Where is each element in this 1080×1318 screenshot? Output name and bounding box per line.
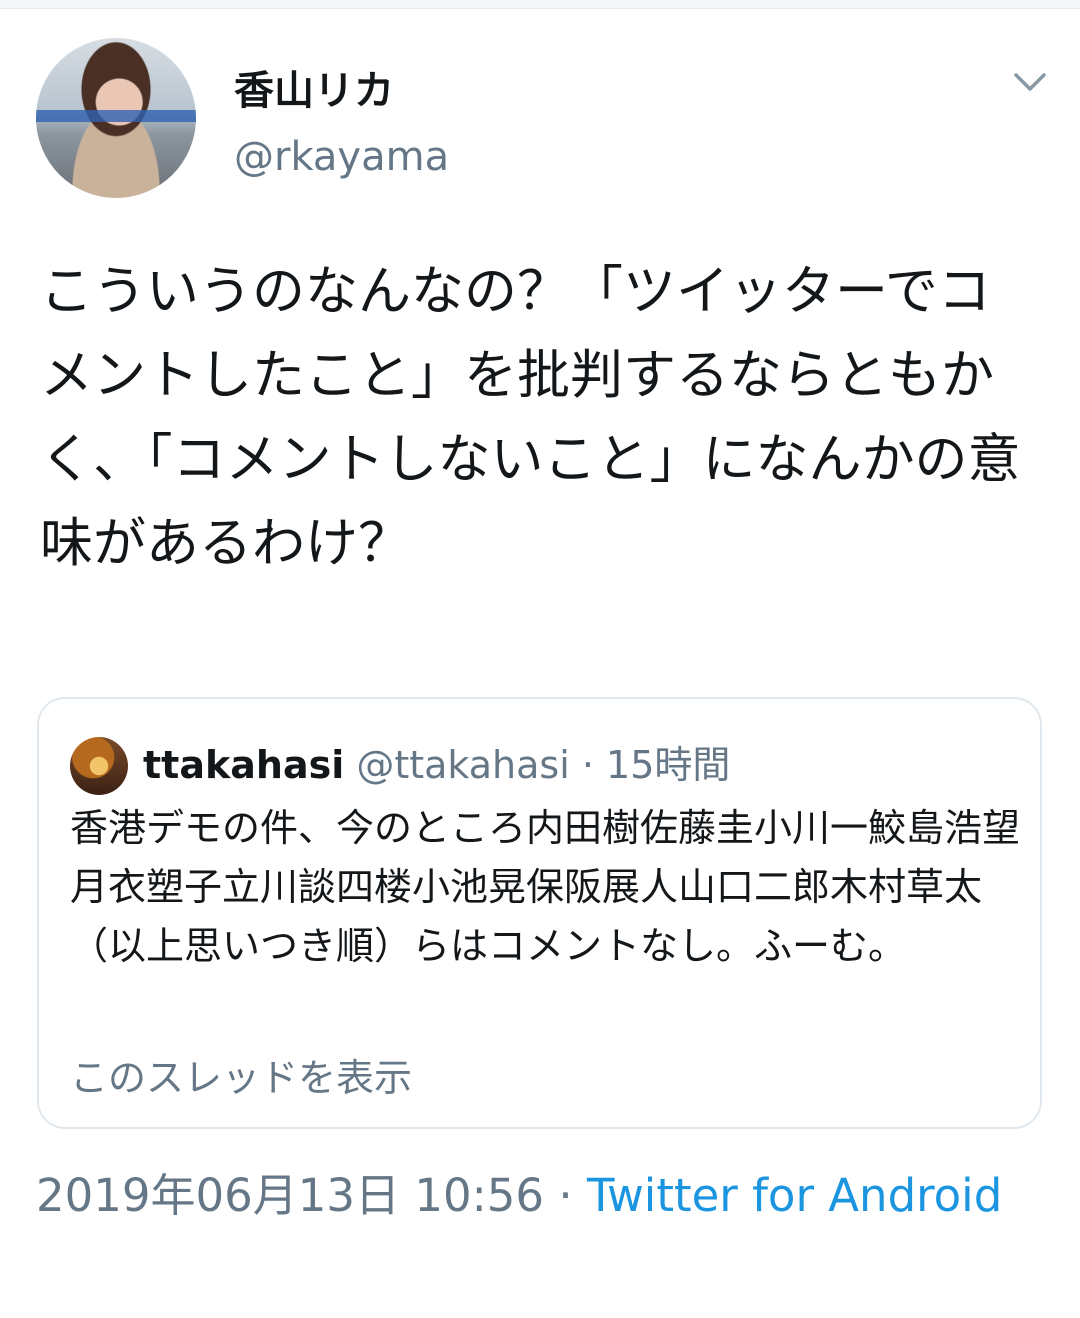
quoted-tweet-text: 香港デモの件、今のところ内田樹佐藤圭小川一鮫島浩望月衣塑子立川談四楼小池晃保阪展…	[70, 806, 1021, 968]
author-display-name[interactable]: 香山リカ	[234, 58, 394, 116]
avatar-background-stripe	[36, 110, 196, 122]
quoted-author-handle: @ttakahasi	[356, 743, 570, 787]
quoted-author-avatar	[70, 737, 128, 795]
chevron-down-icon[interactable]	[1012, 70, 1048, 94]
tweet-timestamp[interactable]: 2019年06月13日 10:56	[36, 1169, 544, 1222]
metadata-separator: ·	[558, 1169, 573, 1222]
quoted-tweet-time: 15時間	[606, 743, 731, 787]
tweet-text: こういうのなんなの？「ツイッターでコメントしたこと」を批判するならともかく、「コ…	[40, 261, 1021, 574]
quoted-tweet-card[interactable]: ttakahasi @ttakahasi · 15時間 香港デモの件、今のところ…	[37, 697, 1042, 1129]
show-thread-link[interactable]: このスレッドを表示	[70, 1047, 412, 1102]
tweet-source-link[interactable]: Twitter for Android	[587, 1169, 1002, 1222]
author-avatar[interactable]	[36, 38, 196, 198]
quoted-tweet-header: ttakahasi @ttakahasi · 15時間	[143, 737, 730, 793]
quoted-author-name: ttakahasi	[143, 743, 345, 787]
tweet-metadata: 2019年06月13日 10:56 · Twitter for Android	[36, 1166, 1046, 1226]
author-handle[interactable]: @rkayama	[234, 134, 449, 180]
top-divider	[0, 0, 1080, 9]
quoted-meta-separator: ·	[581, 743, 594, 787]
